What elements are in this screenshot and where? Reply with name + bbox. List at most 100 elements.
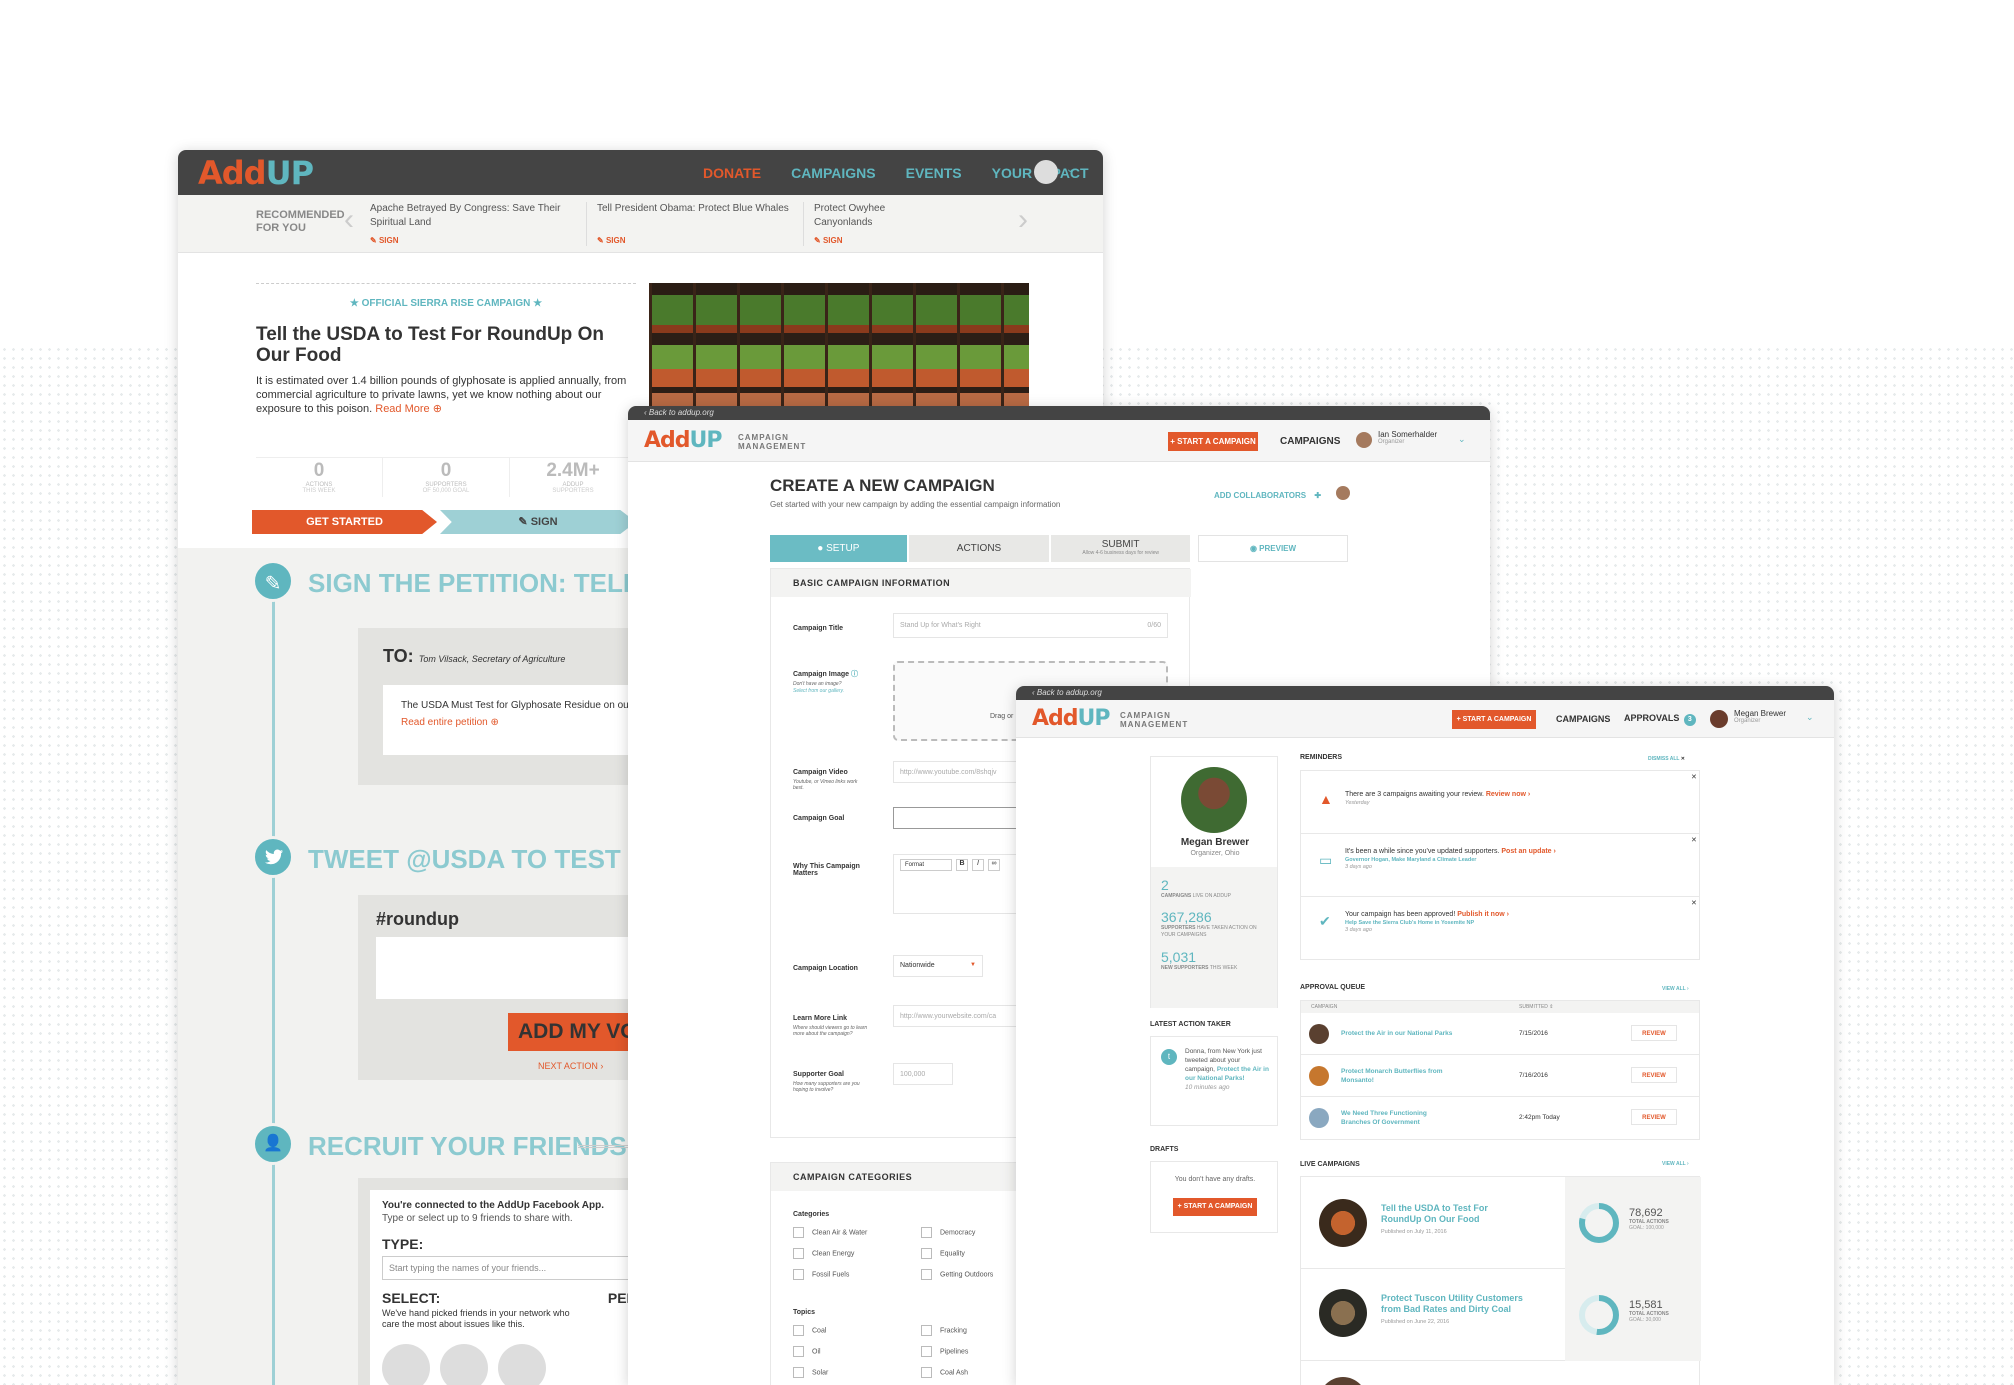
plus-icon[interactable]: ✚ [1314, 491, 1321, 500]
get-started-button[interactable]: GET STARTED [252, 510, 437, 534]
friend-avatar[interactable] [498, 1344, 546, 1385]
campaign-thumb [1309, 1108, 1329, 1128]
preview-button[interactable]: ◉ PREVIEW [1198, 535, 1348, 562]
add-collaborators-link[interactable]: ADD COLLABORATORS [1214, 491, 1306, 500]
sort-icon[interactable]: ⇕ [1549, 1004, 1553, 1010]
live-campaign-title[interactable]: Tell the USDA to Test For RoundUp On Our… [1381, 1203, 1511, 1225]
nav-donate[interactable]: DONATE [703, 165, 761, 181]
format-label: Format [905, 862, 925, 868]
stat-sub: THIS WEEK [302, 488, 336, 494]
supporter-goal-input[interactable]: 100,000 [893, 1063, 953, 1085]
chevron-down-icon[interactable]: ⌄ [1066, 164, 1074, 175]
title-counter: 0/60 [1147, 622, 1161, 629]
nav-campaigns[interactable]: CAMPAIGNS [1556, 714, 1610, 724]
review-button[interactable]: REVIEW [1631, 1067, 1677, 1083]
reminder-action[interactable]: Post an update [1501, 848, 1551, 855]
close-icon[interactable]: ✕ [1681, 756, 1685, 762]
view-all-link[interactable]: VIEW ALL [1662, 986, 1686, 992]
reminder-action[interactable]: Review now [1486, 791, 1526, 798]
live-campaign-title[interactable]: Protect Tuscon Utility Customers from Ba… [1381, 1293, 1541, 1315]
rec-sign[interactable]: SIGN [606, 236, 626, 245]
friend-avatar[interactable] [382, 1344, 430, 1385]
topic-checkbox[interactable]: Coal [793, 1325, 921, 1336]
nav-campaigns[interactable]: CAMPAIGNS [1280, 436, 1340, 447]
italic-button[interactable]: I [972, 859, 984, 871]
live-campaign-item[interactable]: Tell the USDA to Test For RoundUp On Our… [1301, 1177, 1701, 1269]
hashtag: #roundup [376, 909, 459, 929]
category-checkbox[interactable]: Clean Energy [793, 1248, 921, 1259]
location-select[interactable]: Nationwide ▼ [893, 955, 983, 977]
nav-campaigns[interactable]: CAMPAIGNS [791, 165, 876, 181]
stat-value: 0 [313, 460, 325, 481]
help-icon[interactable]: ⓘ [851, 671, 858, 678]
setup-icon: ● [817, 543, 824, 554]
chevron-down-icon[interactable]: ⌄ [1458, 434, 1466, 445]
review-button[interactable]: REVIEW [1631, 1109, 1677, 1125]
table-row[interactable]: Protect Monarch Butterflies from Monsant… [1301, 1055, 1699, 1097]
bold-button[interactable]: B [956, 859, 968, 871]
chevron-right-icon[interactable]: › [1018, 203, 1028, 237]
start-campaign-button[interactable]: + START A CAMPAIGN [1168, 432, 1258, 451]
tab-submit[interactable]: SUBMIT Allow 4-6 business days for revie… [1051, 535, 1190, 562]
chevron-down-icon[interactable]: ⌄ [1806, 712, 1814, 723]
tweet-input[interactable] [376, 937, 646, 999]
campaign-thumb [1309, 1066, 1329, 1086]
queue-campaign-name[interactable]: We Need Three Functioning Branches Of Go… [1341, 1109, 1451, 1127]
rec-sign[interactable]: SIGN [823, 236, 843, 245]
campaign-thumb [1319, 1289, 1367, 1337]
topic-checkbox[interactable]: Solar [793, 1367, 921, 1378]
back-link[interactable]: Back to addup.org [649, 408, 714, 417]
to-label: TO: [383, 646, 414, 666]
rec-item[interactable]: Protect Owyhee Canyonlands ✎ SIGN [804, 202, 950, 246]
category-checkbox[interactable]: Fossil Fuels [793, 1269, 921, 1280]
rec-sign[interactable]: SIGN [379, 236, 399, 245]
live-campaign-item[interactable]: Protect Tuscon Utility Customers from Ba… [1301, 1269, 1701, 1361]
avatar[interactable] [1356, 432, 1372, 448]
topic-checkbox[interactable]: Oil [793, 1346, 921, 1357]
avatar[interactable] [1034, 160, 1058, 184]
queue-campaign-name[interactable]: Protect Monarch Butterflies from Monsant… [1341, 1067, 1451, 1085]
column-header[interactable]: SUBMITTED [1519, 1004, 1548, 1010]
rec-item[interactable]: Apache Betrayed By Congress: Save Their … [370, 202, 587, 246]
close-icon[interactable]: ✕ [1691, 836, 1697, 844]
queue-campaign-name[interactable]: Protect the Air in our National Parks [1341, 1030, 1491, 1037]
nav-approvals[interactable]: APPROVALS [1624, 713, 1679, 723]
section-heading: LIVE CAMPAIGNS [1300, 1161, 1360, 1168]
format-select[interactable]: Format [900, 859, 952, 871]
reminder-link[interactable]: Governor Hogan, Make Maryland a Climate … [1345, 857, 1685, 863]
friend-avatar[interactable] [440, 1344, 488, 1385]
tab-setup[interactable]: ● SETUP [770, 535, 907, 562]
view-all-link[interactable]: VIEW ALL [1662, 1161, 1686, 1167]
close-icon[interactable]: ✕ [1691, 773, 1697, 781]
to-recipient: Tom Vilsack, Secretary of Agriculture [418, 654, 566, 664]
rec-item[interactable]: Tell President Obama: Protect Blue Whale… [587, 202, 804, 246]
read-petition-link[interactable]: Read entire petition [401, 717, 488, 728]
nav-events[interactable]: EVENTS [906, 165, 962, 181]
chevron-left-icon[interactable]: ‹ [344, 203, 354, 237]
sign-step-button[interactable]: ✎ SIGN [440, 510, 636, 534]
start-campaign-button[interactable]: + START A CAMPAIGN [1452, 710, 1536, 729]
logo[interactable]: AddUP [644, 428, 723, 453]
logo[interactable]: AddUP [198, 154, 314, 192]
table-row[interactable]: Protect the Air in our National Parks 7/… [1301, 1013, 1699, 1055]
reminder-link[interactable]: Help Save the Sierra Club's Home in Yose… [1345, 920, 1685, 926]
review-button[interactable]: REVIEW [1631, 1025, 1677, 1041]
link-icon[interactable]: ∞ [988, 859, 1000, 871]
table-row[interactable]: We Need Three Functioning Branches Of Go… [1301, 1097, 1699, 1139]
campaign-thumb [1319, 1377, 1367, 1385]
read-more-link[interactable]: Read More [375, 403, 429, 415]
campaign-title-input[interactable]: Stand Up for What's Right 0/60 [893, 613, 1168, 638]
back-link[interactable]: Back to addup.org [1037, 688, 1102, 697]
checkmark-icon: ✔ [1319, 913, 1331, 929]
next-action-link[interactable]: NEXT ACTION [538, 1061, 598, 1071]
start-campaign-button[interactable]: + START A CAMPAIGN [1173, 1198, 1257, 1216]
reminder-action[interactable]: Publish it now [1457, 911, 1504, 918]
friends-input[interactable]: Start typing the names of your friends..… [382, 1256, 646, 1280]
dismiss-all-link[interactable]: DISMISS ALL [1648, 756, 1679, 762]
category-checkbox[interactable]: Clean Air & Water [793, 1227, 921, 1238]
gallery-link[interactable]: Select from our gallery. [793, 688, 844, 694]
tab-actions[interactable]: ACTIONS [908, 535, 1050, 562]
logo[interactable]: AddUP [1032, 706, 1111, 731]
avatar[interactable] [1710, 710, 1728, 728]
close-icon[interactable]: ✕ [1691, 899, 1697, 907]
